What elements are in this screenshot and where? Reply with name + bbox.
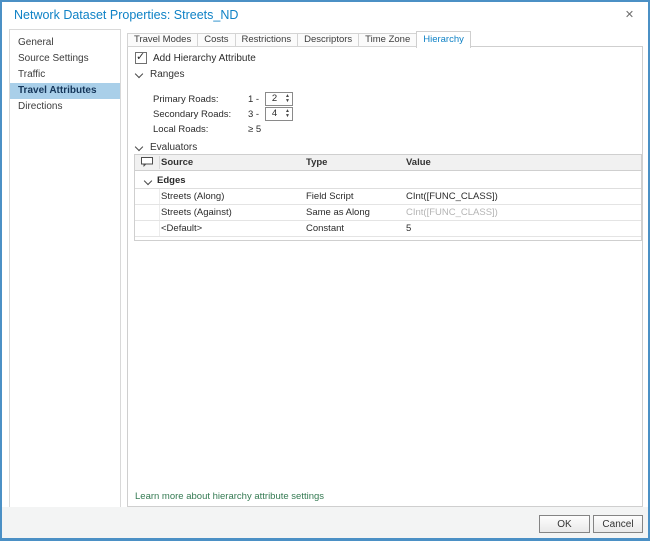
tab-time-zone[interactable]: Time Zone xyxy=(358,33,417,47)
evaluator-source: Streets (Against) xyxy=(161,207,232,218)
sidebar-item-general[interactable]: General xyxy=(10,35,120,51)
tab-costs[interactable]: Costs xyxy=(197,33,235,47)
checkmark-icon: ✓ xyxy=(136,50,145,63)
secondary-roads-max-value: 4 xyxy=(266,108,283,120)
tab-restrictions[interactable]: Restrictions xyxy=(235,33,299,47)
local-roads-range-value: ≥ 5 xyxy=(248,124,261,135)
chevron-down-icon xyxy=(144,177,152,185)
primary-roads-spinner: ▲ ▼ xyxy=(283,93,292,105)
sidebar-item-travel-attributes[interactable]: Travel Attributes xyxy=(10,83,120,99)
row-gutter xyxy=(159,189,160,204)
dialog-title: Network Dataset Properties: Streets_ND xyxy=(14,8,238,22)
tab-bar: Travel Modes Costs Restrictions Descript… xyxy=(127,31,471,47)
column-divider xyxy=(159,156,160,169)
evaluator-source: Streets (Along) xyxy=(161,191,224,202)
secondary-roads-max-input[interactable]: 4 ▲ ▼ xyxy=(265,107,293,121)
edges-group-label: Edges xyxy=(157,175,186,186)
evaluator-value[interactable]: CInt([FUNC_CLASS]) xyxy=(406,191,498,202)
cancel-button[interactable]: Cancel xyxy=(593,515,643,533)
column-header-source: Source xyxy=(161,157,193,168)
column-header-value: Value xyxy=(406,157,431,168)
secondary-roads-label: Secondary Roads: xyxy=(153,109,223,120)
edges-group-row[interactable]: Edges xyxy=(135,173,641,189)
tab-hierarchy[interactable]: Hierarchy xyxy=(416,31,471,48)
secondary-roads-row: Secondary Roads: 3 - 4 ▲ ▼ xyxy=(153,107,223,122)
table-spacer xyxy=(135,237,641,240)
spinner-down-button[interactable]: ▼ xyxy=(283,114,292,119)
add-hierarchy-checkbox[interactable]: ✓ xyxy=(135,52,147,64)
evaluators-table-header: Source Type Value xyxy=(135,155,641,171)
secondary-roads-spinner: ▲ ▼ xyxy=(283,108,292,120)
chevron-down-icon xyxy=(135,142,143,150)
evaluator-row-default[interactable]: <Default> Constant 5 xyxy=(135,221,641,237)
sidebar-item-traffic[interactable]: Traffic xyxy=(10,67,120,83)
network-dataset-properties-dialog: Network Dataset Properties: Streets_ND ✕… xyxy=(0,0,650,541)
primary-roads-max-value: 2 xyxy=(266,93,283,105)
tooltip-icon xyxy=(141,157,153,170)
tab-travel-modes[interactable]: Travel Modes xyxy=(127,33,198,47)
sidebar: General Source Settings Traffic Travel A… xyxy=(9,29,121,509)
close-button[interactable]: ✕ xyxy=(620,6,639,24)
add-hierarchy-row: ✓ Add Hierarchy Attribute xyxy=(135,52,256,64)
evaluator-source: <Default> xyxy=(161,223,202,234)
primary-roads-label: Primary Roads: xyxy=(153,94,223,105)
evaluator-value[interactable]: 5 xyxy=(406,223,411,234)
evaluators-section-label: Evaluators xyxy=(150,142,197,153)
evaluator-type[interactable]: Same as Along xyxy=(306,207,370,218)
evaluator-type[interactable]: Field Script xyxy=(306,191,354,202)
ranges-section-label: Ranges xyxy=(150,69,184,80)
dialog-footer: OK Cancel xyxy=(2,507,648,538)
primary-roads-range-prefix: 1 - xyxy=(248,94,259,105)
evaluator-type[interactable]: Constant xyxy=(306,223,344,234)
evaluator-row-streets-against[interactable]: Streets (Against) Same as Along CInt([FU… xyxy=(135,205,641,221)
sidebar-item-directions[interactable]: Directions xyxy=(10,99,120,115)
primary-roads-max-input[interactable]: 2 ▲ ▼ xyxy=(265,92,293,106)
local-roads-row: Local Roads: ≥ 5 xyxy=(153,122,223,137)
evaluators-section-header[interactable]: Evaluators xyxy=(134,142,197,153)
row-gutter xyxy=(159,221,160,236)
primary-roads-row: Primary Roads: 1 - 2 ▲ ▼ xyxy=(153,92,223,107)
ranges-section-header[interactable]: Ranges xyxy=(134,69,184,80)
tab-descriptors[interactable]: Descriptors xyxy=(297,33,359,47)
sidebar-item-source-settings[interactable]: Source Settings xyxy=(10,51,120,67)
ok-button[interactable]: OK xyxy=(539,515,590,533)
evaluator-row-streets-along[interactable]: Streets (Along) Field Script CInt([FUNC_… xyxy=(135,189,641,205)
column-header-type: Type xyxy=(306,157,327,168)
title-bar: Network Dataset Properties: Streets_ND ✕ xyxy=(2,2,648,28)
chevron-down-icon xyxy=(135,69,143,77)
add-hierarchy-label: Add Hierarchy Attribute xyxy=(153,53,256,64)
learn-more-link[interactable]: Learn more about hierarchy attribute set… xyxy=(135,491,324,502)
close-icon: ✕ xyxy=(625,9,634,21)
secondary-roads-range-prefix: 3 - xyxy=(248,109,259,120)
row-gutter xyxy=(159,205,160,220)
hierarchy-tab-panel: ✓ Add Hierarchy Attribute Ranges Primary… xyxy=(127,46,643,507)
evaluator-value[interactable]: CInt([FUNC_CLASS]) xyxy=(406,207,498,218)
local-roads-label: Local Roads: xyxy=(153,124,223,135)
spinner-down-button[interactable]: ▼ xyxy=(283,99,292,104)
evaluators-table: Source Type Value Edges Streets (Along) … xyxy=(134,154,642,241)
